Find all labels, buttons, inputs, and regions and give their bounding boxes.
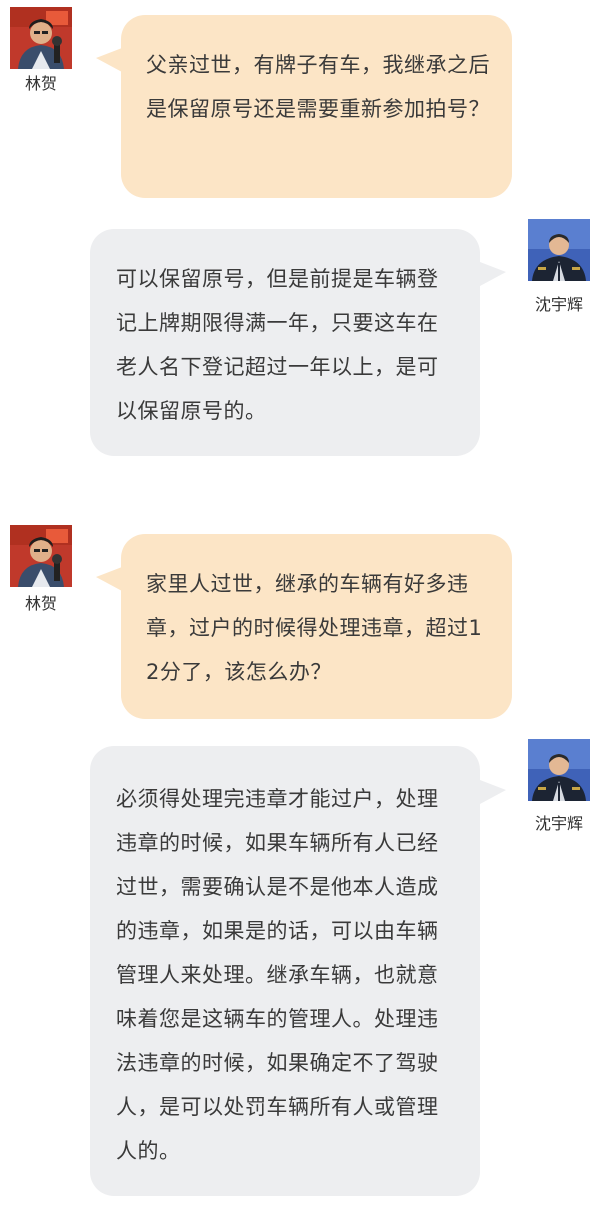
- message-text: 必须得处理完违章才能过户，处理违章的时候，如果车辆所有人已经过世，需要确认是不是…: [116, 787, 439, 1163]
- host-avatar-icon[interactable]: [10, 7, 72, 69]
- host-avatar-icon[interactable]: [10, 525, 72, 587]
- police-officer-avatar-icon[interactable]: [528, 219, 590, 281]
- message-text: 可以保留原号，但是前提是车辆登记上牌期限得满一年，只要这车在老人名下登记超过一年…: [116, 267, 439, 423]
- bubble-tail: [96, 48, 122, 72]
- speaker-name: 林贺: [24, 594, 57, 613]
- message-bubble[interactable]: 可以保留原号，但是前提是车辆登记上牌期限得满一年，只要这车在老人名下登记超过一年…: [90, 229, 480, 456]
- message-bubble[interactable]: 必须得处理完违章才能过户，处理违章的时候，如果车辆所有人已经过世，需要确认是不是…: [90, 746, 480, 1196]
- chat-message: 林贺 父亲过世，有牌子有车，我继承之后是保留原号还是需要重新参加拍号？: [0, 0, 600, 210]
- chat-message: 林贺 家里人过世，继承的车辆有好多违章，过户的时候得处理违章，超过12分了，该怎…: [0, 520, 600, 730]
- message-text: 父亲过世，有牌子有车，我继承之后是保留原号还是需要重新参加拍号？: [146, 53, 490, 121]
- message-bubble[interactable]: 家里人过世，继承的车辆有好多违章，过户的时候得处理违章，超过12分了，该怎么办？: [121, 534, 512, 719]
- police-officer-avatar-icon[interactable]: [528, 739, 590, 801]
- speaker-name: 林贺: [24, 74, 57, 93]
- speaker-name: 沈宇辉: [534, 295, 583, 314]
- message-text: 家里人过世，继承的车辆有好多违章，过户的时候得处理违章，超过12分了，该怎么办？: [146, 572, 483, 684]
- bubble-tail: [480, 262, 506, 286]
- chat-message: 必须得处理完违章才能过户，处理违章的时候，如果车辆所有人已经过世，需要确认是不是…: [0, 730, 600, 1215]
- bubble-tail: [480, 780, 506, 804]
- speaker-name: 沈宇辉: [534, 814, 583, 833]
- bubble-tail: [96, 567, 122, 591]
- message-bubble[interactable]: 父亲过世，有牌子有车，我继承之后是保留原号还是需要重新参加拍号？: [121, 15, 512, 198]
- chat-message: 可以保留原号，但是前提是车辆登记上牌期限得满一年，只要这车在老人名下登记超过一年…: [0, 210, 600, 470]
